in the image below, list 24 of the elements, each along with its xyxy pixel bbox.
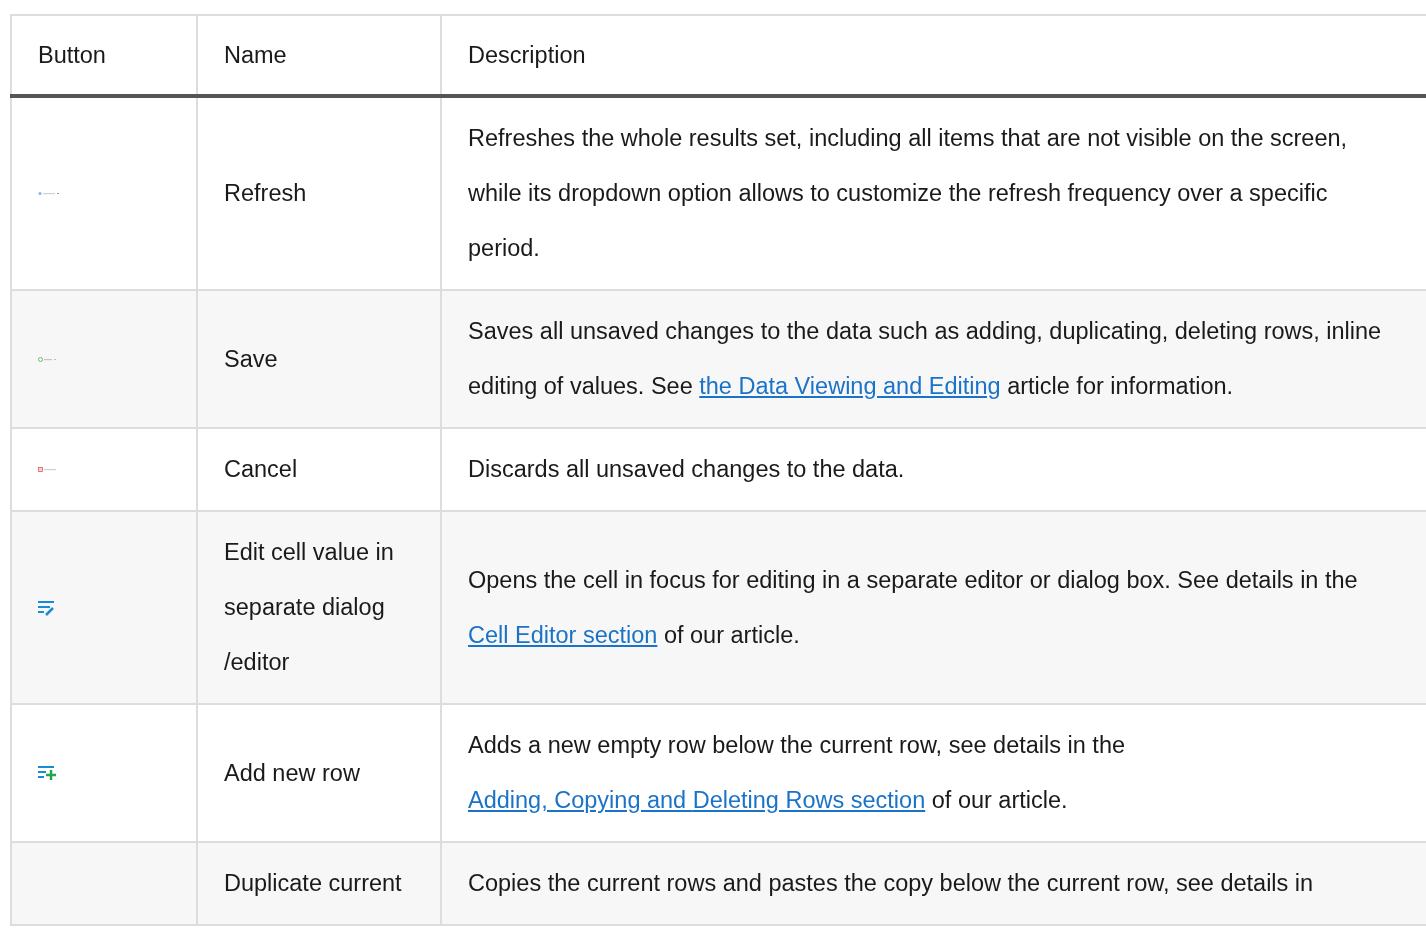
description-text: Copies the current rows and pastes the copy below the current row, see details in bbox=[468, 869, 1315, 898]
cancel-button-thumbnail-drawing bbox=[38, 467, 58, 472]
description-text: Adds a new empty row below the current row, see details in the Adding, Copying and Deleting Rows section of our article. bbox=[468, 731, 1127, 815]
button-name: Refresh bbox=[224, 179, 308, 208]
description-text: Opens the cell in focus for editing in a separate editor or dialog box. See details in the Cell Editor section of our article. bbox=[468, 565, 1359, 650]
column-header: Button bbox=[11, 15, 197, 96]
button-name: Edit cell value in separate dialog /editor bbox=[224, 538, 395, 677]
article-link[interactable]: Cell Editor section bbox=[468, 621, 658, 648]
button-name: Save bbox=[224, 344, 279, 374]
save-button-thumbnail-drawing bbox=[38, 356, 58, 362]
article-link[interactable]: Deleting Rows section bbox=[692, 787, 926, 813]
description-text: Refreshes the whole results set, including all items that are not visible on the screen, while its dropdown option allows to customize the refresh frequency over a specific period. bbox=[468, 124, 1349, 263]
description-text: Saves all unsaved changes to the data such as adding, duplicating, deleting rows, inline editing of values. See the Data Viewing and Editing article for information. bbox=[468, 317, 1383, 401]
edit-list-icon bbox=[38, 599, 56, 616]
button-name: Duplicate current bbox=[224, 869, 403, 898]
button-name: Cancel bbox=[224, 455, 299, 484]
column-header: Description bbox=[441, 15, 1426, 96]
article-link[interactable]: Adding, Copying and bbox=[468, 787, 693, 813]
column-header: Name bbox=[197, 15, 441, 96]
refresh-button-thumbnail-drawing bbox=[38, 191, 60, 196]
description-text: Discards all unsaved changes to the data. bbox=[468, 455, 906, 484]
button-name: Add new row bbox=[224, 758, 361, 788]
add-row-icon bbox=[38, 766, 56, 780]
article-link[interactable]: the Data Viewing and Editing bbox=[699, 373, 1001, 399]
